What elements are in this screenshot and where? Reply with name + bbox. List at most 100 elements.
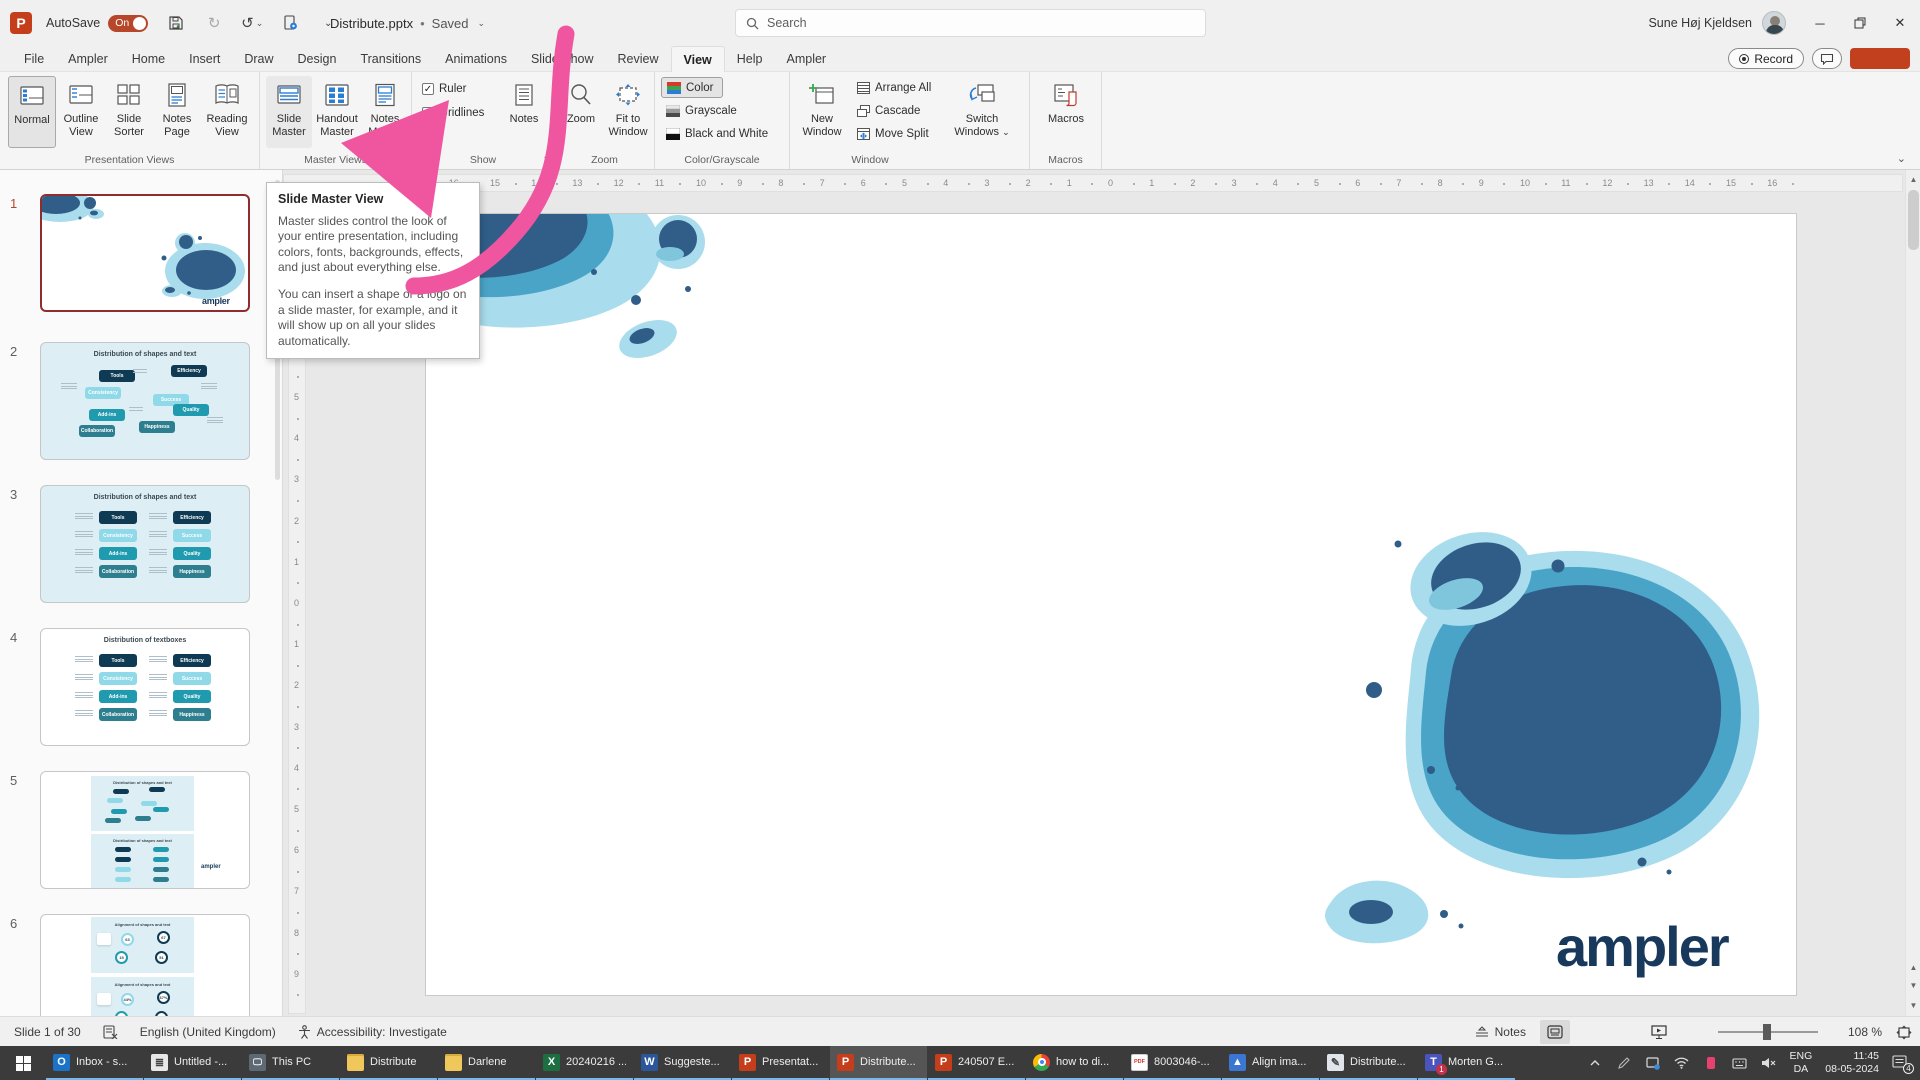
collapse-ribbon-icon[interactable]: ⌄ (1897, 152, 1906, 165)
close-button[interactable]: ✕ (1880, 0, 1920, 46)
taskbar-item-align-ima-[interactable]: ▲ Align ima... (1222, 1046, 1319, 1080)
touch-mode-icon[interactable] (280, 13, 300, 33)
comments-button[interactable] (1812, 48, 1842, 69)
tray-phone-icon[interactable] (1703, 1055, 1719, 1071)
slide-thumbnail-frame[interactable]: ampler (40, 194, 250, 312)
taskbar-item-inbox-s-[interactable]: O Inbox - s... (46, 1046, 143, 1080)
switch-windows-button[interactable]: Switch Windows ⌄ (950, 76, 1014, 148)
notes-master-button[interactable]: Notes Master (362, 76, 408, 148)
tab-home[interactable]: Home (120, 46, 177, 72)
cascade-button[interactable]: Cascade (852, 100, 936, 121)
fit-slide-icon[interactable] (1896, 1025, 1912, 1040)
tray-chevron-up-icon[interactable] (1587, 1055, 1603, 1071)
scrollbar-thumb[interactable] (1908, 190, 1919, 250)
slide-editing-surface[interactable]: ampler (425, 213, 1797, 996)
slide-thumbnail-frame[interactable]: Distribution of shapes and text Tools Effi… (40, 342, 250, 460)
search-input[interactable]: Search (735, 9, 1206, 37)
tab-help[interactable]: Help (725, 46, 775, 72)
tray-volume-muted-icon[interactable] (1761, 1055, 1777, 1071)
slide-thumbnail-frame[interactable]: Alignment of shapes and text 63 67 15 51 Alig… (40, 914, 250, 1016)
tray-screenclip-icon[interactable] (1645, 1055, 1661, 1071)
zoom-slider[interactable] (1717, 1024, 1818, 1040)
slide-thumbnail-3[interactable]: 3 Distribution of shapes and text Tools Con… (0, 485, 282, 603)
taskbar-item-20240216-[interactable]: X 20240216 ... (536, 1046, 633, 1080)
taskbar-item-presentat-[interactable]: P Presentat... (732, 1046, 829, 1080)
zoom-level[interactable]: 108 % (1848, 1025, 1882, 1039)
record-button[interactable]: Record (1728, 48, 1804, 69)
taskbar-item-suggeste-[interactable]: W Suggeste... (634, 1046, 731, 1080)
move-split-button[interactable]: Move Split (852, 123, 936, 144)
tab-animations[interactable]: Animations (433, 46, 519, 72)
taskbar-item-this-pc[interactable]: 🖵 This PC (242, 1046, 339, 1080)
outline-view-button[interactable]: Outline View (58, 76, 104, 148)
language-status[interactable]: English (United Kingdom) (140, 1025, 276, 1039)
tray-pen-icon[interactable] (1616, 1055, 1632, 1071)
slide-master-button[interactable]: Slide Master (266, 76, 312, 148)
notification-center-icon[interactable]: 4 (1892, 1055, 1914, 1074)
notes-toggle-button[interactable]: Notes (1475, 1025, 1526, 1039)
language-indicator[interactable]: ENG DA (1790, 1050, 1813, 1076)
taskbar-item-darlene[interactable]: Darlene (438, 1046, 535, 1080)
scroll-up-icon[interactable]: ▲ (1906, 172, 1920, 187)
horizontal-ruler[interactable]: 1615141312111098765432101234567891011121… (283, 174, 1903, 192)
canvas-scrollbar[interactable]: ▲ ▲ ▼ ▼ (1905, 170, 1920, 1016)
previous-slide-icon[interactable]: ▲ (1906, 960, 1920, 975)
user-name[interactable]: Sune Høj Kjeldsen (1648, 16, 1752, 30)
gridlines-checkbox[interactable]: Gridlines (422, 104, 484, 122)
normal-view-button[interactable]: Normal (8, 76, 56, 148)
restore-button[interactable] (1840, 0, 1880, 46)
clock[interactable]: 11:45 08-05-2024 (1825, 1050, 1879, 1076)
taskbar-item-8003046-[interactable]: PDF 8003046-... (1124, 1046, 1221, 1080)
tab-ampler[interactable]: Ampler (56, 46, 120, 72)
arrange-all-button[interactable]: Arrange All (852, 77, 936, 98)
title-dropdown-icon[interactable]: ⌄ (478, 18, 486, 29)
save-icon[interactable] (166, 13, 186, 33)
slide-thumbnail-1[interactable]: 1 ampler (0, 194, 282, 312)
start-button[interactable] (0, 1046, 46, 1080)
slideshow-view-button[interactable] (1644, 1020, 1674, 1044)
slide-sorter-button[interactable]: Slide Sorter (106, 76, 152, 148)
zoom-button[interactable]: Zoom (559, 76, 603, 148)
ruler-checkbox[interactable]: ✓ Ruler (422, 80, 484, 98)
taskbar-item-how-to-di-[interactable]: how to di... (1026, 1046, 1123, 1080)
slide-counter[interactable]: Slide 1 of 30 (14, 1025, 81, 1039)
accessibility-status[interactable]: Accessibility: Investigate (298, 1025, 447, 1039)
tab-view[interactable]: View (670, 46, 725, 72)
reading-view-button[interactable]: Reading View (204, 76, 250, 148)
tray-keyboard-icon[interactable] (1732, 1055, 1748, 1071)
tab-ampler[interactable]: Ampler (775, 46, 839, 72)
slide-thumbnail-frame[interactable]: Distribution of textboxes Tools Consistenc… (40, 628, 250, 746)
slide-thumbnail-6[interactable]: 6 Alignment of shapes and text 63 67 15 51 Ali… (0, 914, 282, 1016)
slide-thumbnail-5[interactable]: 5 Distribution of shapes and text Distribu… (0, 771, 282, 889)
taskbar-item-untitled-[interactable]: ≣ Untitled -... (144, 1046, 241, 1080)
tab-transitions[interactable]: Transitions (348, 46, 433, 72)
notes-button[interactable]: Notes (502, 76, 546, 148)
autosave-toggle[interactable]: On (108, 14, 149, 32)
tray-wifi-icon[interactable] (1674, 1055, 1690, 1071)
document-title[interactable]: Distribute.pptx • Saved ⌄ (330, 0, 485, 46)
scroll-down-icon[interactable]: ▼ (1906, 998, 1920, 1013)
powerpoint-app-icon[interactable]: P (10, 12, 32, 34)
grayscale-button[interactable]: Grayscale (661, 100, 773, 121)
macros-button[interactable]: Macros (1041, 76, 1091, 148)
taskbar-item-distribute-[interactable]: ✎ Distribute... (1320, 1046, 1417, 1080)
taskbar-item-240507-e-[interactable]: P 240507 E... (928, 1046, 1025, 1080)
undo-icon[interactable]: ↺ ⌄ (241, 13, 264, 33)
slide-thumbnail-4[interactable]: 4 Distribution of textboxes Tools Consisten… (0, 628, 282, 746)
redo-icon[interactable]: ↻ (204, 13, 224, 33)
tab-file[interactable]: File (12, 46, 56, 72)
tab-draw[interactable]: Draw (232, 46, 285, 72)
tab-slide-show[interactable]: Slide Show (519, 46, 606, 72)
tab-design[interactable]: Design (286, 46, 349, 72)
taskbar-item-distribute[interactable]: Distribute (340, 1046, 437, 1080)
zoom-slider-thumb[interactable] (1762, 1024, 1771, 1040)
slide-thumbnail-frame[interactable]: Distribution of shapes and text Distribut… (40, 771, 250, 889)
tab-insert[interactable]: Insert (177, 46, 232, 72)
color-button[interactable]: Color (661, 77, 723, 98)
minimize-button[interactable]: ─ (1800, 0, 1840, 46)
undo-dropdown-icon[interactable]: ⌄ (256, 18, 264, 29)
new-window-button[interactable]: New Window (796, 76, 848, 148)
avatar[interactable] (1762, 11, 1786, 35)
normal-view-status-button[interactable] (1539, 1020, 1570, 1044)
next-slide-icon[interactable]: ▼ (1906, 978, 1920, 993)
